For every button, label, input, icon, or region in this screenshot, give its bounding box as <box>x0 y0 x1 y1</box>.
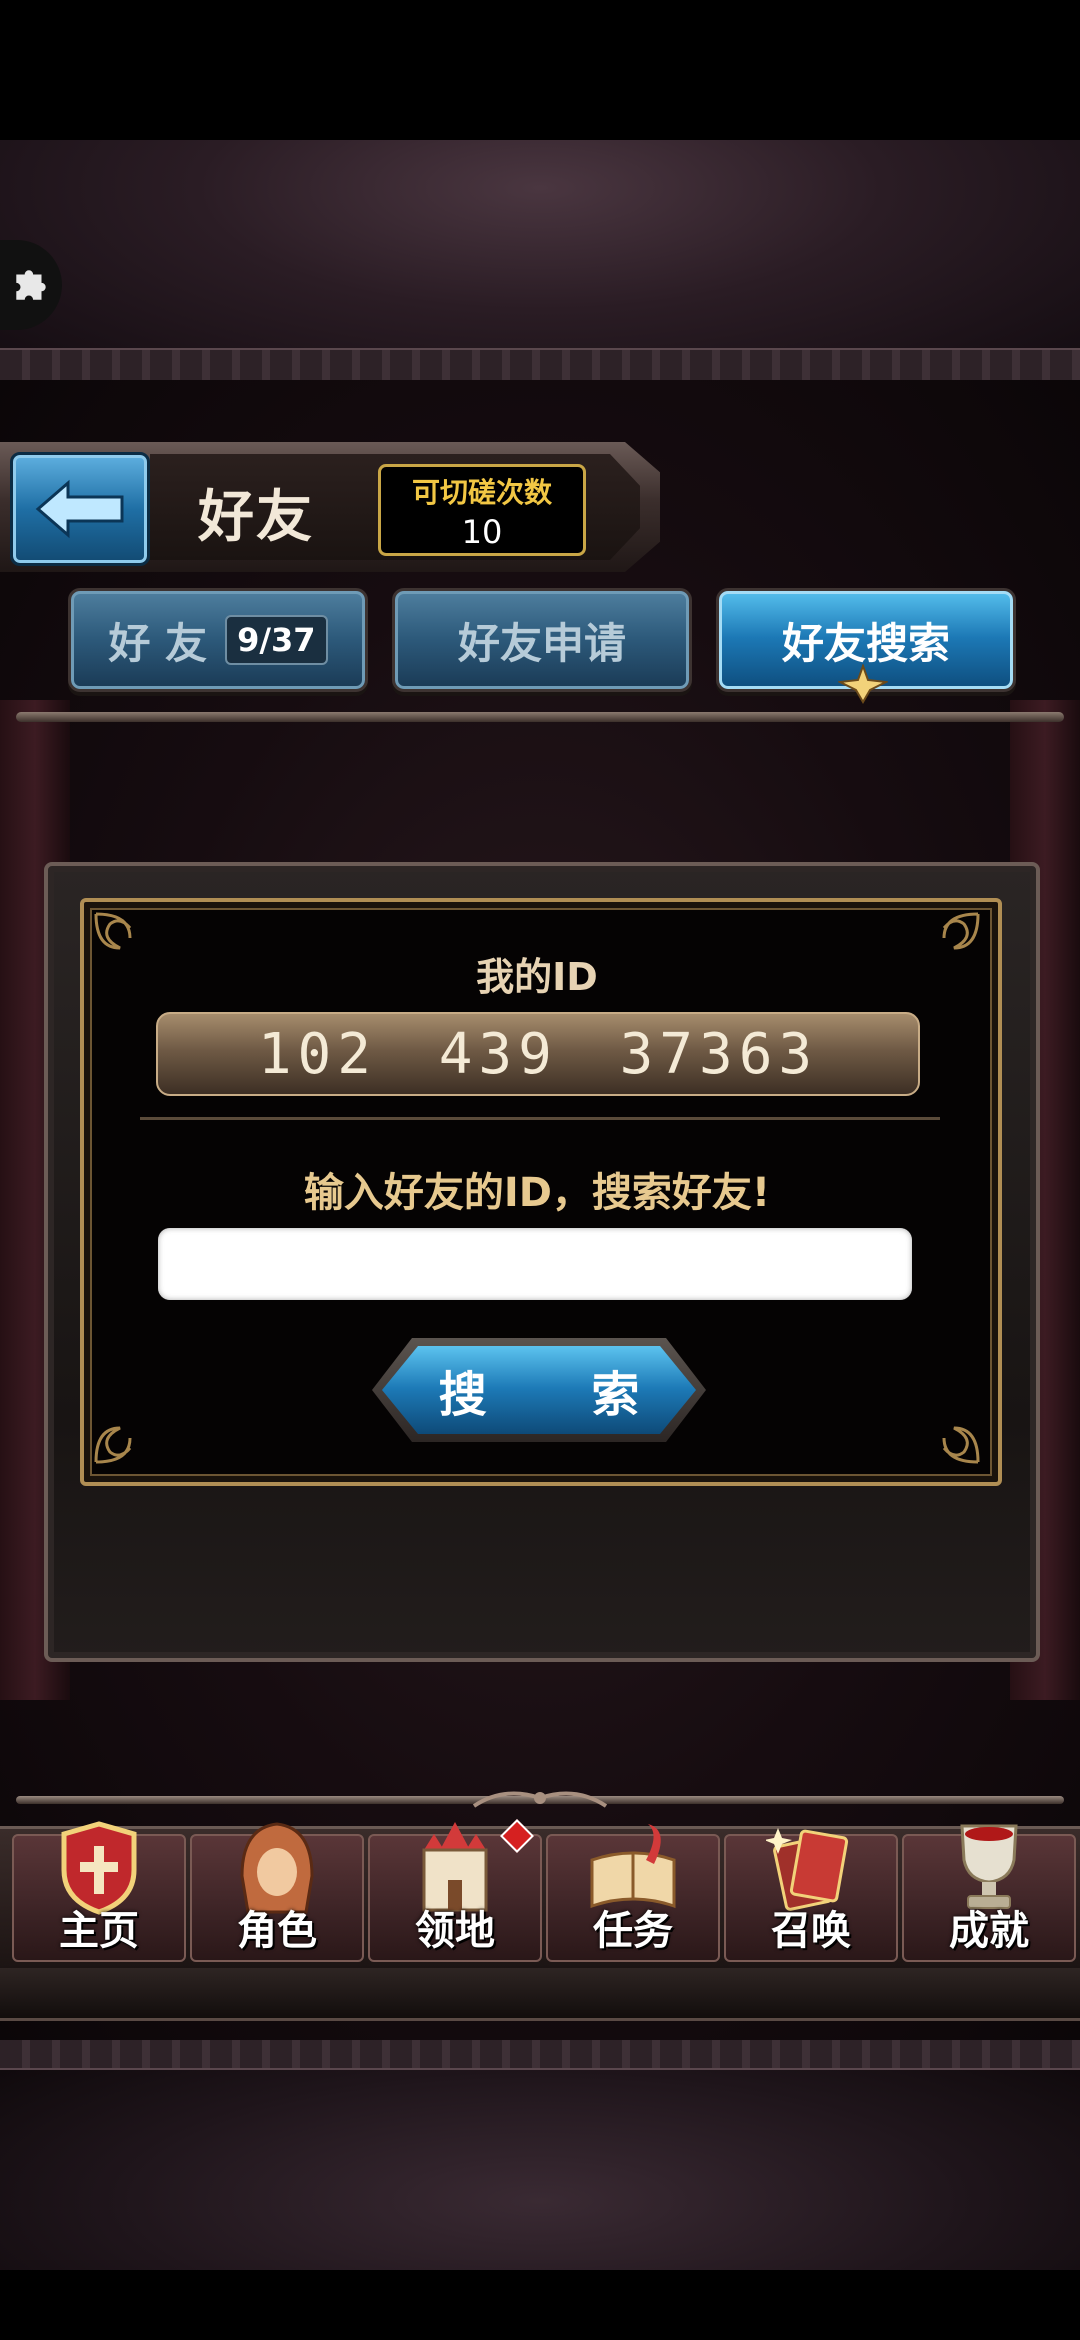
search-button[interactable]: 搜 索 <box>372 1338 706 1442</box>
corner-ornament-icon <box>94 1426 132 1464</box>
bottom-nav-base <box>0 1968 1080 2021</box>
nav-item-quests[interactable]: 任务 <box>546 1824 720 1962</box>
sparring-counter: 可切磋次数 10 <box>378 464 586 556</box>
nav-item-home[interactable]: 主页 <box>12 1821 186 1962</box>
panel-divider <box>140 1117 940 1120</box>
back-arrow-icon <box>35 479 124 539</box>
counter-label: 可切磋次数 <box>411 476 552 509</box>
nav-label-achievements: 成就 <box>949 1908 1029 1954</box>
bottom-decoration <box>0 2040 1080 2270</box>
search-button-label: 搜 索 <box>382 1346 696 1434</box>
tab-friends-label: 好 友 <box>108 618 208 668</box>
back-button[interactable] <box>10 452 150 566</box>
my-id-value: 102 439 37363 <box>156 1012 920 1096</box>
friend-count-badge: 9/37 <box>225 615 328 665</box>
nav-label-quests: 任务 <box>593 1908 673 1954</box>
nav-ornament-icon <box>472 1791 608 1808</box>
nav-label-territory: 领地 <box>415 1908 495 1954</box>
nav-label-summon: 召唤 <box>771 1908 851 1954</box>
tab-friend-search-label: 好友搜索 <box>781 618 950 668</box>
counter-value: 10 <box>461 513 503 551</box>
corner-ornament-icon <box>942 1426 980 1464</box>
top-decoration <box>0 140 1080 380</box>
active-tab-star-icon <box>838 664 888 704</box>
search-prompt: 输入好友的ID，搜索好友! <box>303 1170 771 1216</box>
nav-label-home: 主页 <box>59 1908 139 1954</box>
nav-label-character: 角色 <box>237 1908 317 1954</box>
page-title: 好友 <box>198 485 314 550</box>
tab-friend-requests-label: 好友申请 <box>457 618 626 668</box>
friend-id-input[interactable] <box>158 1228 912 1300</box>
tab-divider <box>16 712 1064 722</box>
tab-friends[interactable]: 好 友 9/37 <box>68 588 368 692</box>
header-bar: 好友 可切磋次数 10 <box>0 442 700 572</box>
my-id-label: 我的ID <box>476 955 598 999</box>
nav-item-summon[interactable]: 召唤 <box>724 1828 898 1962</box>
tab-friend-requests[interactable]: 好友申请 <box>392 588 692 692</box>
nav-item-achievements[interactable]: 成就 <box>902 1824 1076 1962</box>
nav-item-territory[interactable]: 领地 <box>368 1822 542 1962</box>
nav-item-character[interactable]: 角色 <box>190 1822 364 1962</box>
